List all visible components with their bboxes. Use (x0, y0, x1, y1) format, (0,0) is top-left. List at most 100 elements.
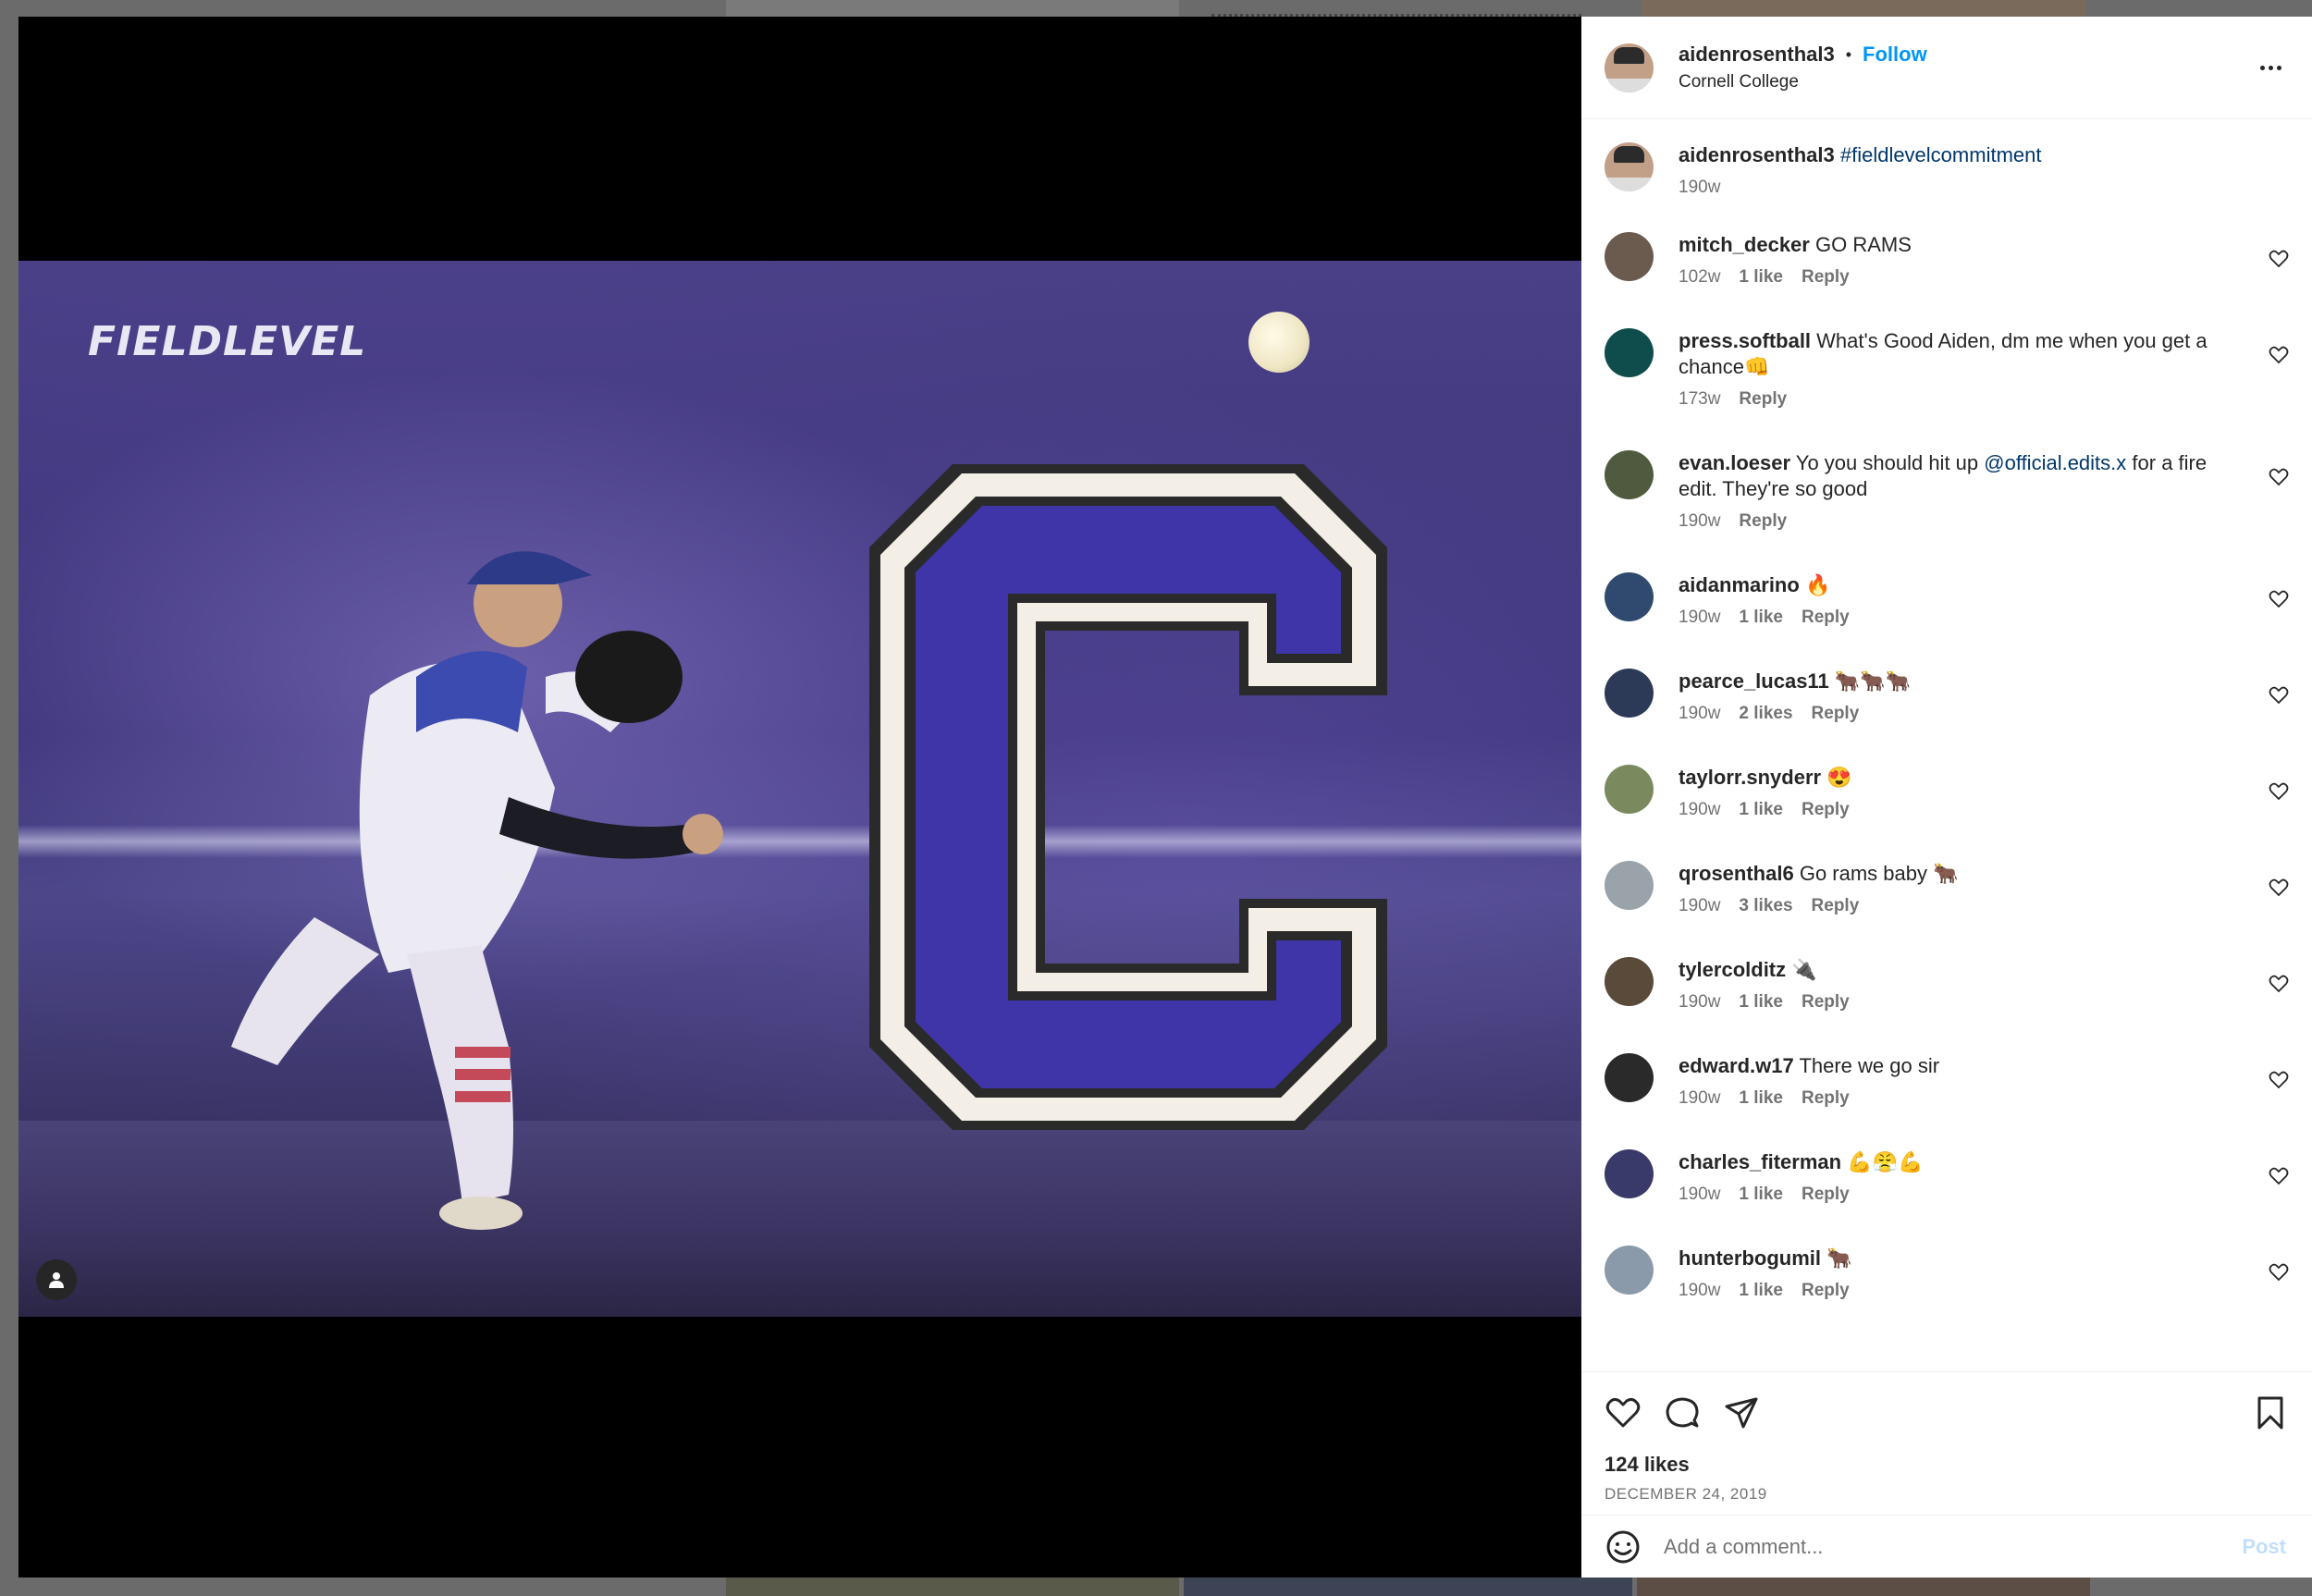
comment-row: pearce_lucas11 🐂🐂🐂 190w 2 likes Reply (1605, 669, 2289, 765)
comment-input[interactable] (1664, 1534, 2182, 1559)
comment-like-heart-icon[interactable] (2269, 878, 2289, 898)
comment-row: hunterbogumil 🐂 190w 1 like Reply (1605, 1246, 2289, 1342)
comment-like-heart-icon[interactable] (2269, 974, 2289, 994)
comment-text: GO RAMS (1814, 233, 1912, 256)
post-actions: 124 likes DECEMBER 24, 2019 (1581, 1371, 2312, 1515)
avatar[interactable] (1605, 572, 1654, 621)
comment-text: 🐂 (1826, 1246, 1852, 1270)
comment-like-heart-icon[interactable] (2269, 685, 2289, 706)
comment-likes[interactable]: 1 like (1739, 267, 1783, 288)
comment-likes[interactable]: 1 like (1739, 1185, 1783, 1205)
post-media[interactable]: FIELDLEVEL (18, 17, 1581, 1578)
reply-button[interactable]: Reply (1802, 267, 1850, 288)
send-icon[interactable] (1723, 1394, 1760, 1431)
avatar[interactable] (1605, 1053, 1654, 1102)
comment-likes[interactable]: 1 like (1739, 608, 1783, 628)
reply-button[interactable]: Reply (1802, 992, 1850, 1013)
comment-likes[interactable]: 1 like (1739, 800, 1783, 820)
post-side-panel: aidenrosenthal3 • Follow Cornell College (1581, 17, 2312, 1578)
caption-time: 190w (1679, 178, 1721, 197)
comment-likes[interactable]: 1 like (1739, 992, 1783, 1013)
comment-username[interactable]: evan.loeser (1679, 451, 1790, 474)
comment-username[interactable]: mitch_decker (1679, 233, 1810, 256)
background-thumbnail (726, 1577, 1179, 1596)
caption: aidenrosenthal3 #fieldlevelcommitment 19… (1605, 142, 2289, 232)
comment-likes[interactable]: 2 likes (1739, 704, 1792, 724)
comment-text: Go rams baby 🐂 (1799, 862, 1959, 885)
comment-username[interactable]: aidanmarino (1679, 573, 1800, 596)
comment-time: 173w (1679, 389, 1721, 409)
reply-button[interactable]: Reply (1802, 1088, 1850, 1109)
reply-button[interactable]: Reply (1812, 704, 1860, 724)
comment-text: 🔥 (1804, 573, 1831, 596)
avatar[interactable] (1605, 1149, 1654, 1198)
college-letter-c (869, 464, 1387, 1130)
avatar[interactable] (1605, 450, 1654, 499)
comment-bubble-icon[interactable] (1664, 1394, 1701, 1431)
comment-like-heart-icon[interactable] (2269, 1166, 2289, 1186)
comment-like-heart-icon[interactable] (2269, 345, 2289, 365)
comment-like-heart-icon[interactable] (2269, 1262, 2289, 1283)
caption-username[interactable]: aidenrosenthal3 (1679, 143, 1835, 166)
comment-username[interactable]: press.softball (1679, 329, 1811, 352)
comment-likes[interactable]: 1 like (1739, 1088, 1783, 1109)
comment-username[interactable]: hunterbogumil (1679, 1246, 1821, 1270)
baseball (1248, 312, 1310, 373)
comment-text: Yo you should hit up (1795, 451, 1979, 474)
comment-row: qrosenthal6 Go rams baby 🐂 190w 3 likes Rep… (1605, 861, 2289, 957)
comment-likes[interactable]: 3 likes (1739, 896, 1792, 916)
reply-button[interactable]: Reply (1802, 800, 1850, 820)
comment-username[interactable]: taylorr.snyderr (1679, 766, 1821, 789)
comment-row: charles_fiterman 💪😤💪 190w 1 like Reply (1605, 1149, 2289, 1246)
comment-like-heart-icon[interactable] (2269, 589, 2289, 609)
comment-time: 190w (1679, 1088, 1721, 1108)
emoji-icon[interactable] (1605, 1528, 1642, 1565)
comments-list[interactable]: aidenrosenthal3 #fieldlevelcommitment 19… (1581, 119, 2312, 1371)
post-photo: FIELDLEVEL (18, 261, 1581, 1317)
avatar[interactable] (1605, 765, 1654, 814)
comment-like-heart-icon[interactable] (2269, 467, 2289, 487)
reply-button[interactable]: Reply (1739, 389, 1787, 410)
more-options-icon[interactable] (2257, 54, 2284, 81)
avatar[interactable] (1605, 142, 1654, 191)
comment-like-heart-icon[interactable] (2269, 249, 2289, 269)
follow-button[interactable]: Follow (1863, 43, 1927, 67)
comment-row: edward.w17 There we go sir 190w 1 like Repl… (1605, 1053, 2289, 1149)
avatar[interactable] (1605, 328, 1654, 377)
comment-row: press.softball What's Good Aiden, dm me … (1605, 328, 2289, 450)
comment-time: 190w (1679, 704, 1721, 723)
reply-button[interactable]: Reply (1812, 896, 1860, 916)
reply-button[interactable]: Reply (1802, 1281, 1850, 1301)
reply-button[interactable]: Reply (1802, 608, 1850, 628)
avatar[interactable] (1605, 669, 1654, 718)
user-tag-icon[interactable] (36, 1259, 77, 1300)
avatar[interactable] (1605, 957, 1654, 1006)
avatar[interactable] (1605, 43, 1654, 92)
comment-row: evan.loeser Yo you should hit up @offici… (1605, 450, 2289, 572)
post-author-username[interactable]: aidenrosenthal3 (1679, 43, 1835, 67)
post-location[interactable]: Cornell College (1679, 72, 1927, 92)
likes-count[interactable]: 124 likes (1605, 1453, 1690, 1477)
avatar[interactable] (1605, 1246, 1654, 1295)
post-date: DECEMBER 24, 2019 (1605, 1485, 1767, 1503)
reply-button[interactable]: Reply (1739, 511, 1787, 532)
background-thumbnail (1637, 1577, 2090, 1596)
comment-like-heart-icon[interactable] (2269, 1070, 2289, 1090)
comment-like-heart-icon[interactable] (2269, 781, 2289, 802)
comment-username[interactable]: charles_fiterman (1679, 1150, 1841, 1173)
comment-username[interactable]: qrosenthal6 (1679, 862, 1794, 885)
comment-mention[interactable]: @official.edits.x (1984, 451, 2126, 474)
reply-button[interactable]: Reply (1802, 1185, 1850, 1205)
comment-username[interactable]: pearce_lucas11 (1679, 669, 1829, 693)
post-button[interactable]: Post (2242, 1535, 2286, 1559)
caption-hashtag[interactable]: #fieldlevelcommitment (1840, 143, 2042, 166)
comment-text: 💪😤💪 (1847, 1150, 1924, 1173)
pitcher-figure (231, 551, 723, 1230)
avatar[interactable] (1605, 232, 1654, 281)
bookmark-icon[interactable] (2252, 1394, 2289, 1431)
comment-likes[interactable]: 1 like (1739, 1281, 1783, 1301)
heart-icon[interactable] (1605, 1394, 1642, 1431)
comment-username[interactable]: tylercolditz (1679, 958, 1786, 981)
avatar[interactable] (1605, 861, 1654, 910)
comment-username[interactable]: edward.w17 (1679, 1054, 1794, 1077)
